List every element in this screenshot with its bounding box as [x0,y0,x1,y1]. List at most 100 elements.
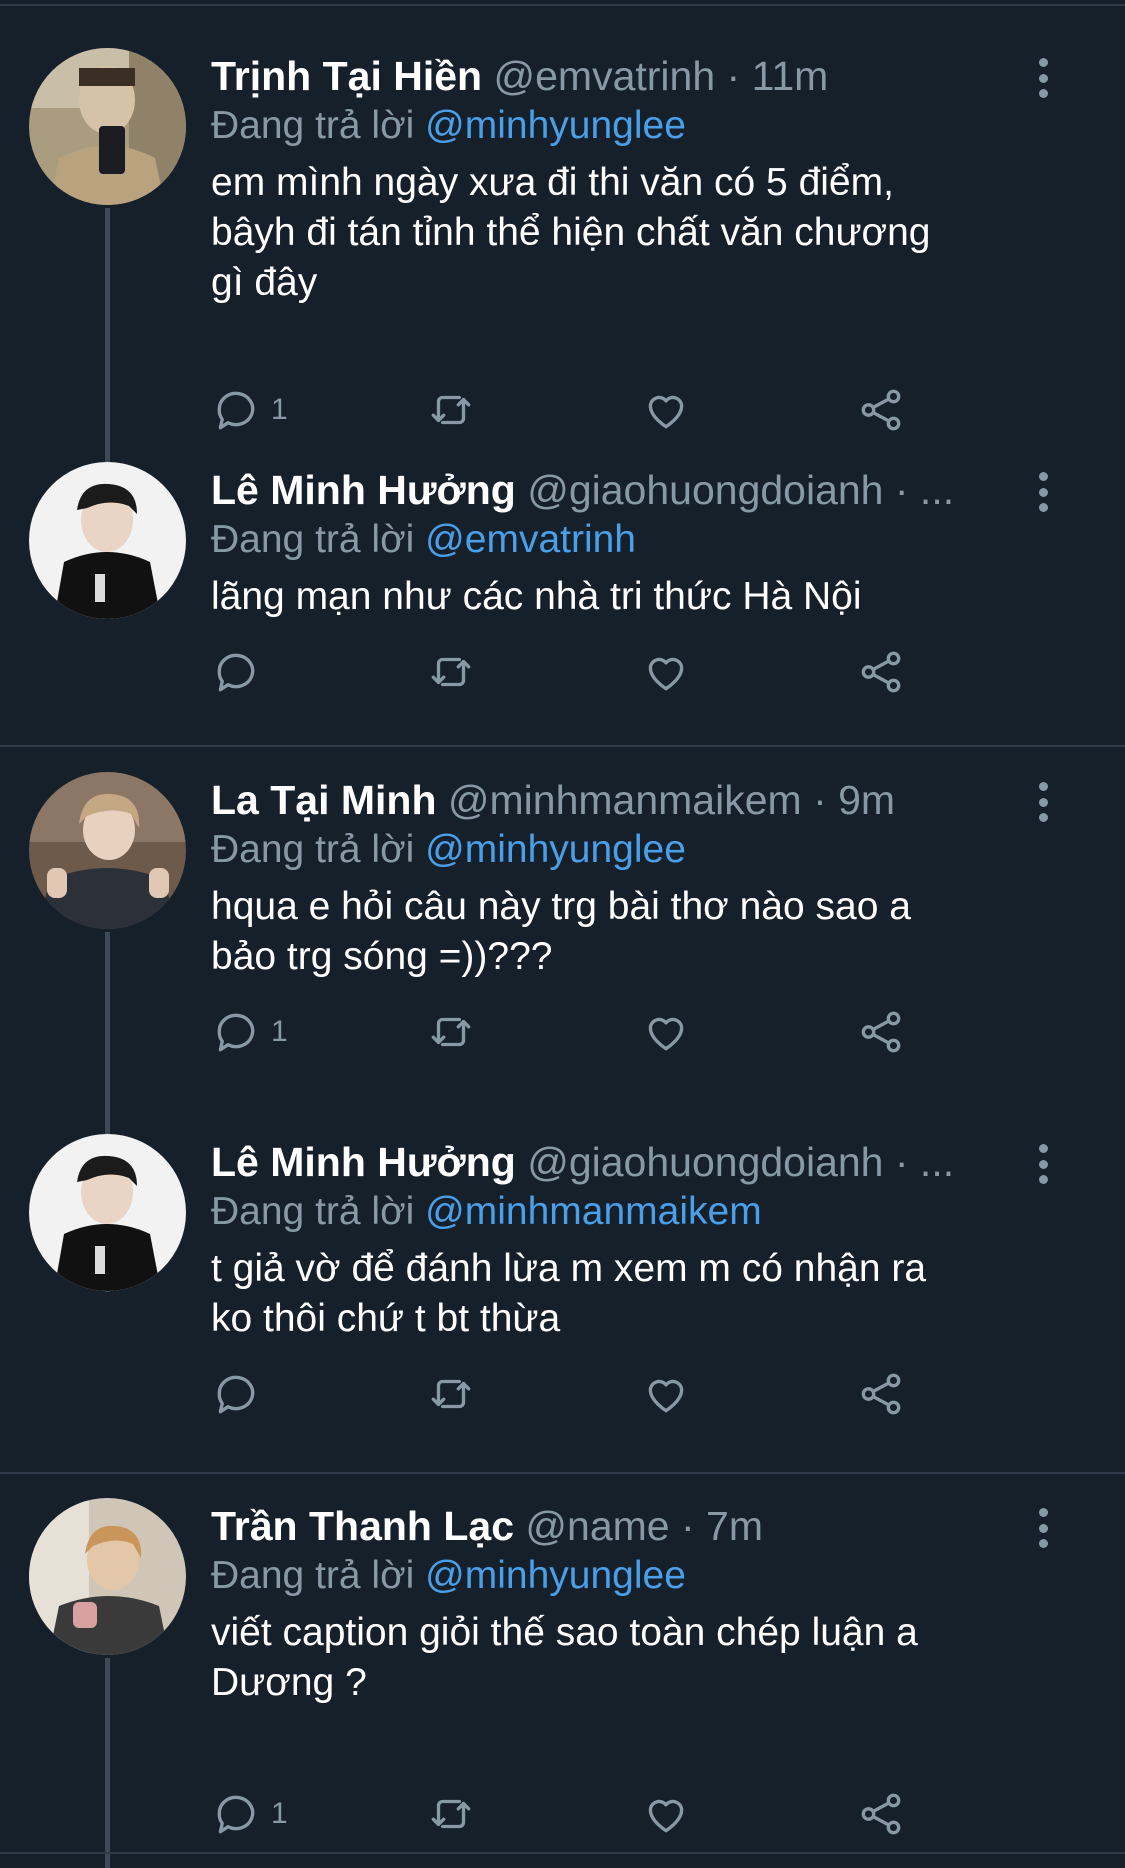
action-bar [211,644,931,700]
replying-to-line: Đang trả lời @emvatrinh [211,512,636,568]
avatar-photo-icon [29,1134,186,1291]
thread-divider [0,745,1125,747]
tweet-text: em mình ngày xưa đi thi văn có 5 điểm, b… [211,161,931,304]
reply-count: 1 [271,1797,288,1830]
more-icon[interactable] [1028,1144,1058,1184]
avatar[interactable] [29,1498,186,1655]
reply-icon [211,647,261,697]
timestamp[interactable]: 7m [706,1503,763,1549]
avatar-photo-icon [29,772,186,929]
user-handle[interactable]: @minhmanmaikem [448,777,802,823]
action-bar: 1 [211,382,931,438]
thread-divider [0,1472,1125,1474]
share-button[interactable] [856,644,906,700]
share-button[interactable] [856,1366,906,1422]
avatar-photo-icon [29,462,186,619]
replying-to-line: Đang trả lời @minhyunglee [211,1548,686,1604]
share-button[interactable] [856,1786,906,1842]
tweet-5[interactable]: Trần Thanh Lạc @name · 7m Đang trả lời @… [0,1498,1125,1868]
retweet-button[interactable] [426,382,476,438]
retweet-button[interactable] [426,1786,476,1842]
reply-icon [211,1007,261,1057]
heart-button[interactable] [641,1366,691,1422]
tweet-2[interactable]: Lê Minh Hưởng @giaohuongdoianh · ... Đan… [0,462,1125,722]
heart-button[interactable] [641,644,691,700]
timestamp[interactable]: 9m [838,777,895,823]
heart-icon [641,385,691,435]
tweet-header: Lê Minh Hưởng @giaohuongdoianh · ... [211,1134,1011,1190]
reply-button[interactable] [211,1366,271,1422]
meta-separator: · [669,1503,707,1549]
heart-icon [641,1789,691,1839]
user-handle[interactable]: @giaohuongdoianh [527,1139,883,1185]
reply-mention-link[interactable]: @minhmanmaikem [425,1190,762,1233]
tweet-1[interactable]: Trịnh Tại Hiền @emvatrinh · 11m Đang trả… [0,48,1125,518]
replying-to-label: Đang trả lời [211,828,415,871]
user-handle[interactable]: @name [525,1503,669,1549]
replying-to-line: Đang trả lời @minhmanmaikem [211,1184,762,1240]
share-icon [856,647,906,697]
reply-mention-link[interactable]: @minhyunglee [425,828,686,871]
reply-button[interactable] [211,644,271,700]
display-name[interactable]: La Tại Minh [211,777,437,823]
display-name[interactable]: Lê Minh Hưởng [211,467,516,513]
meta-separator: · [715,53,752,99]
action-bar [211,1366,931,1422]
retweet-button[interactable] [426,644,476,700]
share-button[interactable] [856,1004,906,1060]
retweet-icon [426,1369,476,1419]
bottom-divider [0,1852,1125,1854]
replying-to-label: Đang trả lời [211,1554,415,1597]
reply-icon [211,385,261,435]
reply-thread-feed: Trịnh Tại Hiền @emvatrinh · 11m Đang trả… [0,0,1125,1868]
tweet-header: Trần Thanh Lạc @name · 7m [211,1498,1011,1554]
share-icon [856,385,906,435]
share-icon [856,1789,906,1839]
tweet-text: t giả vờ để đánh lừa m xem m có nhận ra … [211,1247,927,1340]
retweet-button[interactable] [426,1004,476,1060]
tweet-header: La Tại Minh @minhmanmaikem · 9m [211,772,1011,828]
replying-to-line: Đang trả lời @minhyunglee [211,822,686,878]
more-icon[interactable] [1028,1508,1058,1548]
reply-mention-link[interactable]: @minhyunglee [425,104,686,147]
reply-icon [211,1369,261,1419]
avatar-photo-icon [29,48,186,205]
reply-mention-link[interactable]: @minhyunglee [425,1554,686,1597]
heart-button[interactable] [641,1786,691,1842]
tweet-4[interactable]: Lê Minh Hưởng @giaohuongdoianh · ... Đan… [0,1134,1125,1464]
user-handle[interactable]: @emvatrinh [494,53,716,99]
retweet-button[interactable] [426,1366,476,1422]
heart-icon [641,1007,691,1057]
reply-count: 1 [271,1015,288,1048]
replying-to-label: Đang trả lời [211,104,415,147]
avatar[interactable] [29,1134,186,1291]
tweet-text: viết caption giỏi thế sao toàn chép luận… [211,1611,918,1704]
more-icon[interactable] [1028,472,1058,512]
user-handle[interactable]: @giaohuongdoianh [527,467,883,513]
reply-button[interactable]: 1 [211,1004,288,1060]
replying-to-line: Đang trả lời @minhyunglee [211,98,686,154]
retweet-icon [426,1789,476,1839]
tweet-3[interactable]: La Tại Minh @minhmanmaikem · 9m Đang trả… [0,772,1125,1292]
share-button[interactable] [856,382,906,438]
display-name[interactable]: Trần Thanh Lạc [211,1503,514,1549]
reply-button[interactable]: 1 [211,382,288,438]
heart-button[interactable] [641,382,691,438]
display-name[interactable]: Trịnh Tại Hiền [211,53,482,99]
more-icon[interactable] [1028,58,1058,98]
retweet-icon [426,647,476,697]
more-icon[interactable] [1028,782,1058,822]
replying-to-label: Đang trả lời [211,1190,415,1233]
avatar[interactable] [29,772,186,929]
avatar[interactable] [29,48,186,205]
avatar-photo-icon [29,1498,186,1655]
action-bar: 1 [211,1004,931,1060]
reply-button[interactable]: 1 [211,1786,288,1842]
meta-separator: · ... [883,1139,955,1185]
avatar[interactable] [29,462,186,619]
action-bar: 1 [211,1786,931,1842]
heart-button[interactable] [641,1004,691,1060]
reply-mention-link[interactable]: @emvatrinh [425,518,636,561]
display-name[interactable]: Lê Minh Hưởng [211,1139,516,1185]
timestamp[interactable]: 11m [752,53,829,99]
